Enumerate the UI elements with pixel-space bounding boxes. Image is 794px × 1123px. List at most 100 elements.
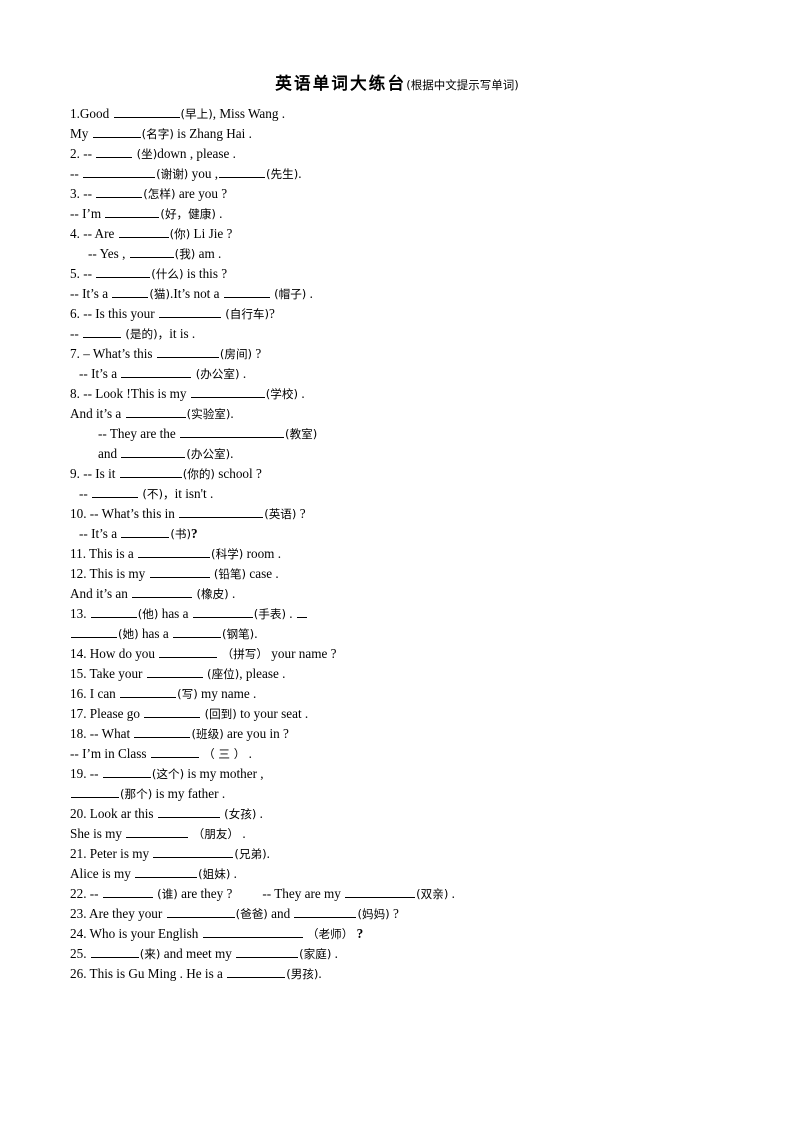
answer-blank[interactable] [345,886,416,898]
worksheet-line: (她) has a (钢笔). [70,624,770,644]
chinese-hint: (回到) [204,707,237,721]
chinese-hint: (早上) [180,107,213,121]
answer-blank[interactable] [135,866,198,878]
answer-blank[interactable] [113,106,180,118]
sentence-text: . [230,866,237,881]
answer-blank[interactable] [96,186,143,198]
sentence-text: ? [389,906,399,921]
sentence-text: -- It’s a [79,366,121,381]
chinese-hint: (这个) [151,767,185,781]
chinese-hint: (你的) [182,467,215,481]
answer-blank[interactable] [172,626,221,638]
worksheet-line: 8. -- Look !This is my (学校) . [70,384,770,404]
answer-blank[interactable] [92,126,141,138]
chinese-hint: (不)， [142,487,175,501]
answer-blank[interactable] [134,726,191,738]
answer-blank[interactable] [153,846,234,858]
sentence-text: And it’s an [70,586,132,601]
answer-blank[interactable] [159,646,218,658]
answer-blank[interactable] [156,346,219,358]
answer-blank[interactable] [121,446,186,458]
sentence-text: 13. [70,606,90,621]
worksheet-title: 英语单词大练台(根据中文提示写单词) [0,70,794,94]
worksheet-line: 2. -- (坐)down , please . [70,144,770,164]
emphasis-mark: ? [356,926,364,941]
answer-blank[interactable] [129,246,174,258]
sentence-text: 15. Take your [70,666,146,681]
chinese-hint: (实验室) [186,407,231,421]
answer-blank[interactable] [158,306,221,318]
answer-blank[interactable] [118,226,169,238]
chinese-hint: (办公室) [186,447,231,461]
answer-blank[interactable] [144,706,201,718]
answer-blank[interactable] [125,406,186,418]
sentence-text: you , [188,166,218,181]
answer-blank[interactable] [202,926,303,938]
answer-blank[interactable] [192,606,253,618]
answer-blank[interactable] [121,366,192,378]
chinese-hint: (铅笔) [213,567,247,581]
answer-blank[interactable] [150,746,199,758]
answer-blank[interactable] [149,566,210,578]
answer-blank[interactable] [96,266,151,278]
answer-blank[interactable] [157,806,220,818]
sentence-text: 12. This is my [70,566,149,581]
worksheet-line: 20. Look ar this (女孩) . [70,804,770,824]
answer-blank[interactable] [90,946,139,958]
worksheet-line: 10. -- What’s this in (英语) ? [70,504,770,524]
sentence-text: is this ? [183,266,228,281]
answer-blank[interactable] [223,286,270,298]
worksheet-line: 23. Are they your (爸爸) and (妈妈) ? [70,904,770,924]
worksheet-line: -- I’m in Class （ 三 ） . [70,744,770,764]
sentence-text: -- They are the [98,426,180,441]
answer-blank[interactable] [83,326,122,338]
answer-blank[interactable] [180,426,285,438]
sentence-text: 10. -- What’s this in [70,506,179,521]
sentence-text: . [318,966,322,981]
chinese-hint: (她) [118,627,139,641]
answer-blank[interactable] [121,526,170,538]
answer-blank[interactable] [83,166,156,178]
chinese-hint: (谁) [157,887,178,901]
sentence-text: are they ? [177,886,233,901]
worksheet-line: 4. -- Are (你) Li Jie ? [70,224,770,244]
sentence-text: , please . [239,666,286,681]
chinese-hint: (座位) [207,667,240,681]
chinese-hint: (姐妹) [198,867,231,881]
sentence-text: . [239,826,246,841]
sentence-text: . [256,806,263,821]
answer-blank[interactable] [96,146,133,158]
answer-blank[interactable] [105,206,160,218]
answer-blank[interactable] [90,606,137,618]
answer-blank[interactable] [179,506,264,518]
answer-blank[interactable] [190,386,265,398]
answer-blank[interactable] [294,906,357,918]
answer-blank[interactable] [102,766,151,778]
sentence-text: 23. Are they your [70,906,166,921]
answer-blank[interactable] [92,486,139,498]
answer-blank[interactable] [138,546,211,558]
answer-blank[interactable] [146,666,203,678]
answer-blank[interactable] [236,946,299,958]
sentence-text: 25. [70,946,90,961]
answer-blank[interactable] [219,166,265,178]
answer-blank[interactable] [71,786,119,798]
answer-blank[interactable] [119,466,182,478]
answer-blank[interactable] [132,586,193,598]
sentence-text: . [230,446,234,461]
answer-blank[interactable] [112,286,149,298]
sentence-text: My [70,126,92,141]
answer-blank[interactable] [296,606,307,618]
answer-blank[interactable] [102,886,153,898]
chinese-hint: (猫) [149,287,171,301]
worksheet-line: And it’s an (橡皮) . [70,584,770,604]
chinese-hint: (怎样) [143,187,176,201]
answer-blank[interactable] [126,826,189,838]
sentence-text: case . [246,566,279,581]
chinese-hint: (那个) [120,787,153,801]
answer-blank[interactable] [166,906,235,918]
answer-blank[interactable] [71,626,117,638]
answer-blank[interactable] [120,686,177,698]
chinese-hint: (家庭) [299,947,332,961]
answer-blank[interactable] [227,966,286,978]
